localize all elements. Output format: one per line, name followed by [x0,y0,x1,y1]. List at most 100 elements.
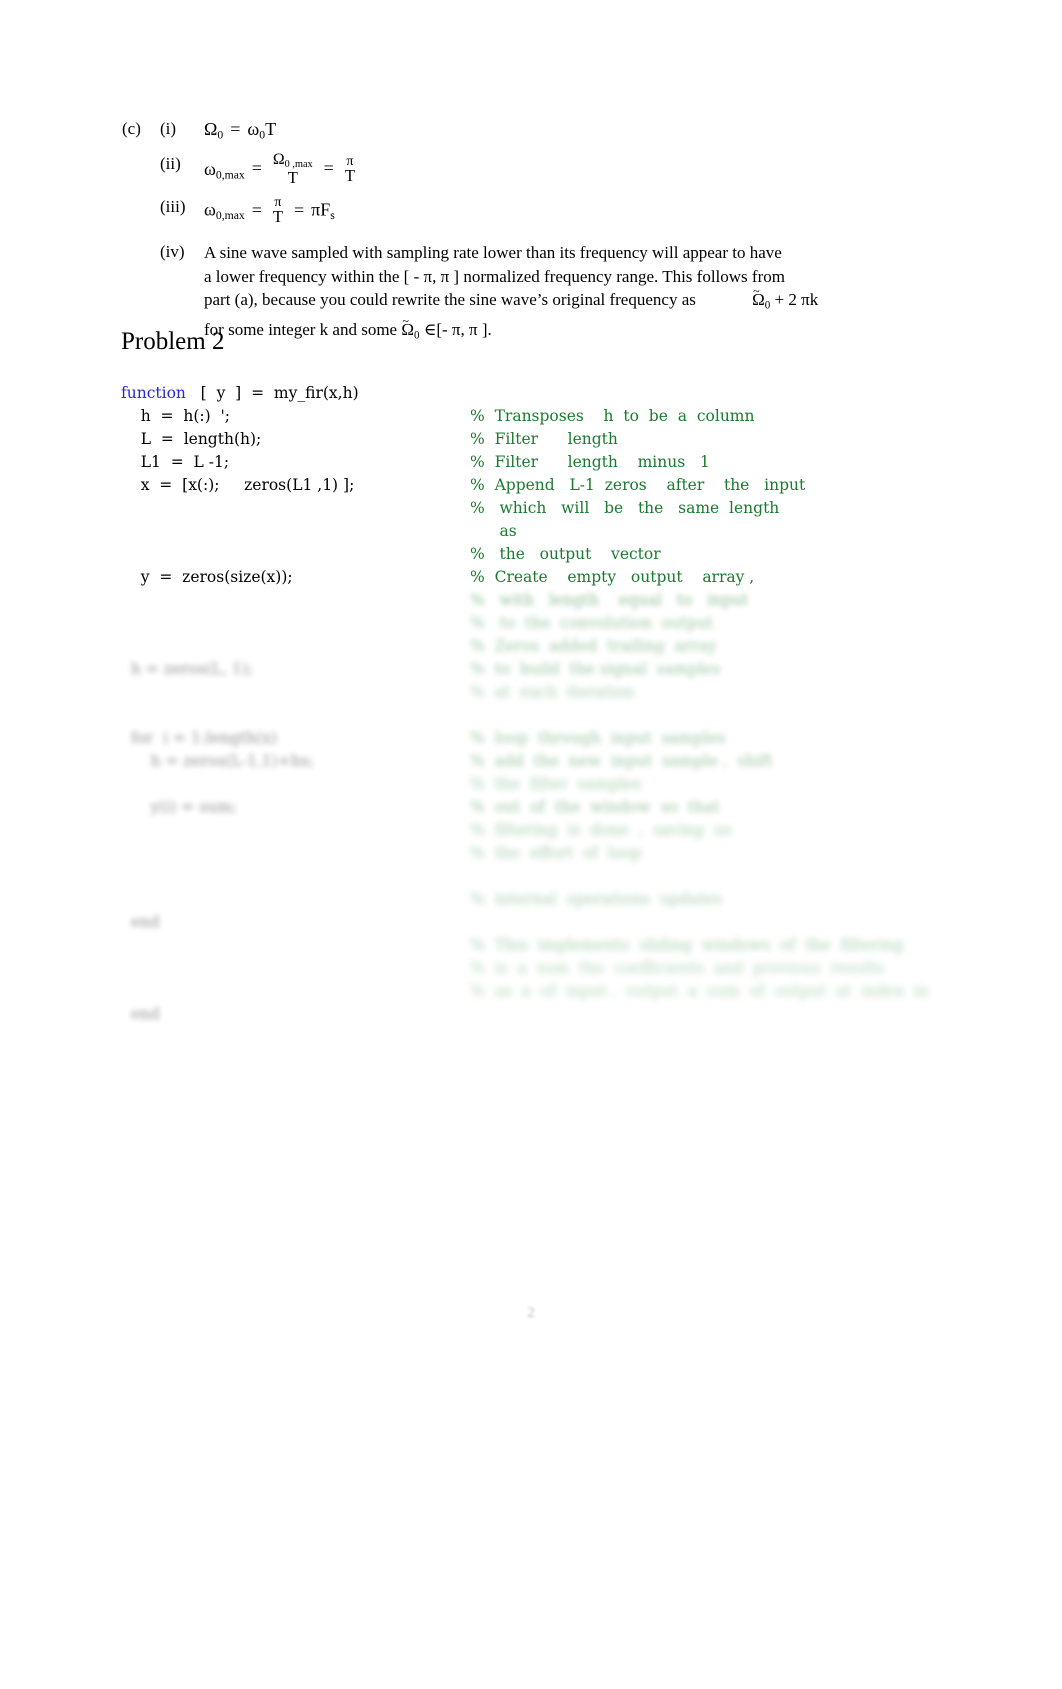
code-line-source: y = zeros(size(x)); [121,568,293,586]
iv-line-2: a lower frequency within the [ - π, π ] … [204,266,785,286]
code-line [121,865,941,888]
item-roman-i: (i) [160,119,177,138]
code-line-comment: % the output vector [470,545,661,563]
code-line: % to the convolution output [121,612,941,635]
code-line-source [121,957,470,980]
code-line-comment: % Transposes h to be a column [470,407,755,425]
code-line: % is a sum the coefficients and previous… [121,957,941,980]
code-line-source [121,612,470,635]
omega-tilde-symbol: ~ Ω [401,314,414,340]
code-line-comment: % Create empty output array , [470,568,755,586]
code-line-source: end [121,1005,160,1023]
code-line: for i = 1:length(x) % loop through input … [121,727,941,750]
equals-sign-2: = [294,199,305,220]
matlab-code-block: function [ y ] = my_fir(x,h) h = h(:) ';… [121,382,941,1026]
part-c-item-iii: (iii) ω0,max = π T = πFs [122,195,912,227]
code-line-source [121,980,470,1003]
code-line-source: h = h(:) '; [121,407,231,425]
code-line-source [121,589,470,612]
fraction-pi-over-T: πT [345,153,355,185]
code-line: end [121,911,941,934]
code-line-source: for i = 1:length(x) [121,729,278,747]
pi-Fs-term: πF [311,199,331,220]
code-line: L1 = L -1; % Filter length minus 1 [121,451,941,474]
code-line-source [121,704,470,727]
code-line: as [121,520,941,543]
code-line-comment: % to the convolution output [470,614,714,632]
code-line-comment: % is a sum the coefficients and previous… [470,959,885,977]
code-line: end [121,1003,941,1026]
code-line-source [121,842,470,865]
equals-sign: = [230,119,241,139]
part-c-item-i: (c) (i) Ω0 = ω0T [122,118,912,147]
code-line-comment: % Filter length minus 1 [470,453,710,471]
code-line: % which will be the same length [121,497,941,520]
equals-sign-2: = [323,158,334,179]
omega-symbol: ω [204,158,216,179]
code-line-source: h = zeros(L-1,1)+hs; [121,752,314,770]
code-line: % the output vector [121,543,941,566]
code-keyword: function [121,384,186,402]
omega-symbol: ω [204,199,216,220]
iv-line-4: for some integer k and some ~ Ω0 ∈[- π, π… [204,314,909,348]
code-line-comment [470,865,941,888]
code-line-comment: % filtering is done , saving us [470,821,732,839]
code-line-source [121,520,470,543]
code-line-comment: % as a of input , output a sum of output… [470,982,929,1000]
omega-sub-0max: 0,max [215,209,245,223]
document-page: (c) (i) Ω0 = ω0T (ii) ω0,max = Ω0 ,max T = π T (… [0,0,1062,1689]
code-line-source: y(i) = sum; [121,798,238,816]
code-line-source [121,934,470,957]
code-line-source [121,888,470,911]
fraction-omega-over-T: Ω0 ,max T [272,150,313,188]
code-line-comment: % Append L-1 zeros after the input [470,476,806,494]
code-line-source [121,773,470,796]
part-c-label: (c) [122,119,141,138]
code-line-comment: % add the new input sample , shift [470,752,773,770]
code-line: L = length(h); % Filter length [121,428,941,451]
interval-membership: ∈[- π, π ]. [419,320,492,340]
code-line-source: L = length(h); [121,430,262,448]
part-c-item-iv: (iv) A sine wave sampled with sampling r… [122,241,912,348]
code-line-comment: % This implements sliding windows of the… [470,936,904,954]
code-line: x = [x(:); zeros(L1 ,1) ]; % Append L-1 z… [121,474,941,497]
fs-subscript: s [330,209,335,223]
fraction-denominator: T [287,168,298,188]
code-line-comment [470,704,941,727]
equation-i: Ω0 = ω0T [204,118,276,147]
item-iv-text: A sine wave sampled with sampling rate l… [204,241,909,348]
code-line-source: h = zeros(L, 1); [121,660,254,678]
iv-line-1: A sine wave sampled with sampling rate l… [204,243,782,263]
code-line-source: x = [x(:); zeros(L1 ,1) ]; [121,476,355,494]
period-T: T [265,119,277,139]
code-line-comment: % internal operations updates [470,890,723,908]
code-line-source [121,497,470,520]
code-line-comment: % Filter length [470,430,618,448]
omega-tilde-symbol: ~ Ω [752,284,765,310]
code-line-source [121,635,470,658]
item-roman-iv: (iv) [160,242,185,262]
omega-cap-symbol: Ω [272,150,285,168]
code-line-source [121,543,470,566]
code-line [121,704,941,727]
omega-sub-0max: 0,max [215,167,245,181]
code-line-source: L1 = L -1; [121,453,230,471]
code-line: h = zeros(L, 1); % to build the signal sa… [121,658,941,681]
part-c-block: (c) (i) Ω0 = ω0T (ii) ω0,max = Ω0 ,max T = π T (… [122,118,912,352]
equation-ii: ω0,max = Ω0 ,max T = π T [204,150,359,188]
iv-line-4-text: for some integer k and some [204,320,402,340]
code-line: % with length equal to input [121,589,941,612]
code-line: % the effort of loop [121,842,941,865]
code-line: % as a of input , output a sum of output… [121,980,941,1003]
code-line-comment: % loop through input samples [470,729,726,747]
code-line: function [ y ] = my_fir(x,h) [121,382,941,405]
code-line: % filtering is done , saving us [121,819,941,842]
code-line-comment: % at each iteration [470,683,635,701]
code-line: % This implements sliding windows of the… [121,934,941,957]
problem-2-heading: Problem 2 [121,328,225,355]
code-line-comment [470,911,941,934]
item-roman-ii: (ii) [160,153,181,173]
code-line-source [121,819,470,842]
code-line: h = zeros(L-1,1)+hs; % add the new input … [121,750,941,773]
code-line-comment: % the filter samples [470,775,642,793]
